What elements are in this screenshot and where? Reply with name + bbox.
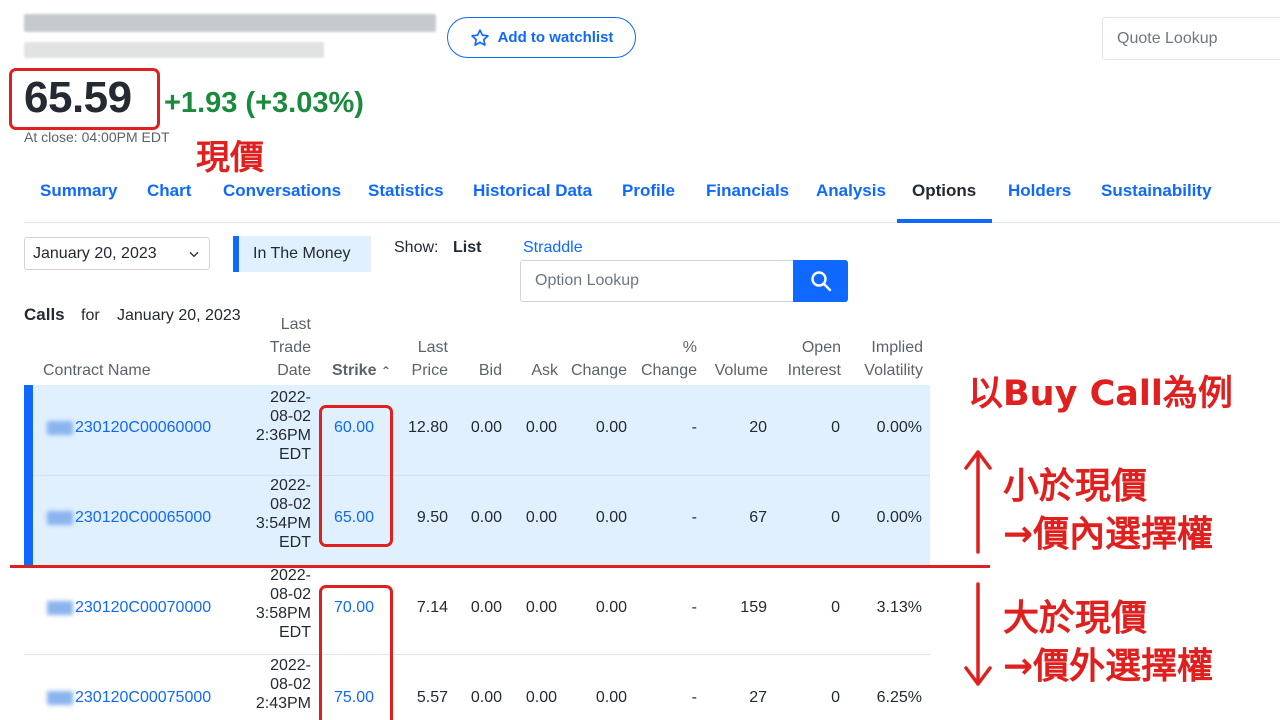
last-price: 12.80: [407, 419, 448, 436]
annotation-otm-option: →價外選擇權: [1003, 646, 1214, 687]
expiry-date-select[interactable]: January 20, 2023: [24, 237, 210, 270]
arrow-up-icon: [964, 450, 992, 554]
tab-sustainability[interactable]: Sustainability: [1101, 181, 1212, 201]
tab-conversations[interactable]: Conversations: [223, 181, 341, 201]
show-label: Show:: [394, 239, 439, 256]
implied-volatility: 0.00%: [876, 419, 922, 436]
watchlist-label: Add to watchlist: [497, 29, 614, 46]
header-contract-name[interactable]: Contract Name: [43, 359, 151, 382]
ask: 0.00: [525, 599, 557, 616]
chevron-down-icon: [189, 251, 199, 257]
header-change[interactable]: Change: [560, 359, 627, 382]
header-open-interest[interactable]: Open Interest: [770, 336, 841, 382]
otm-strike-highlight-box: [319, 585, 393, 720]
tab-historical-data[interactable]: Historical Data: [473, 181, 592, 201]
tab-chart[interactable]: Chart: [147, 181, 191, 201]
pct-change: -: [691, 509, 697, 526]
tab-summary[interactable]: Summary: [40, 181, 117, 201]
tab-holders[interactable]: Holders: [1008, 181, 1071, 201]
in-the-money-toggle[interactable]: In The Money: [233, 236, 371, 272]
search-icon: [810, 271, 831, 292]
close-time: At close: 04:00PM EDT: [24, 129, 170, 145]
annotation-current-price: 現價: [196, 138, 264, 178]
contract-link[interactable]: 230120C00065000: [47, 509, 211, 527]
volume: 159: [740, 599, 767, 616]
change: 0.00: [595, 689, 627, 706]
last-trade-date: 2022- 08-02 3:54PM EDT: [255, 477, 311, 551]
bid: 0.00: [470, 419, 502, 436]
header-volume[interactable]: Volume: [700, 359, 768, 382]
itm-strike-highlight-box: [319, 405, 393, 547]
option-lookup-input[interactable]: [520, 260, 793, 302]
pct-change: -: [691, 419, 697, 436]
change: 0.00: [595, 509, 627, 526]
volume: 27: [749, 689, 767, 706]
open-interest: 0: [831, 419, 840, 436]
price-change: +1.93 (+3.03%): [164, 87, 364, 119]
annotation-below-price: 小於現價: [1003, 466, 1148, 507]
annotation-example: 以Buy Call為例: [968, 374, 1233, 414]
star-icon: [470, 28, 489, 46]
volume: 67: [749, 509, 767, 526]
ticker-name-blurred: [24, 12, 436, 62]
expiry-date-value: January 20, 2023: [33, 244, 157, 262]
ask: 0.00: [525, 689, 557, 706]
calls-for-label: for: [81, 307, 100, 324]
header-bid[interactable]: Bid: [450, 359, 502, 382]
ask: 0.00: [525, 509, 557, 526]
contract-link[interactable]: 230120C00075000: [47, 689, 211, 707]
quote-lookup-input[interactable]: [1102, 17, 1280, 60]
tab-options[interactable]: Options: [912, 181, 976, 201]
contract-link[interactable]: 230120C00070000: [47, 599, 211, 617]
show-list-option[interactable]: List: [453, 239, 481, 257]
last-price: 9.50: [416, 509, 448, 526]
pct-change: -: [691, 599, 697, 616]
calls-title: Calls: [24, 305, 65, 324]
header-last-price[interactable]: Last Price: [380, 336, 448, 382]
header-ask[interactable]: Ask: [508, 359, 558, 382]
arrow-down-icon: [964, 582, 992, 686]
change: 0.00: [595, 599, 627, 616]
tab-statistics[interactable]: Statistics: [368, 181, 444, 201]
pct-change: -: [691, 689, 697, 706]
last-trade-date: 2022- 08-02 2:43PM: [255, 657, 311, 712]
annotation-above-price: 大於現價: [1003, 598, 1148, 639]
in-the-money-indicator: [24, 385, 33, 566]
table-row: [24, 655, 930, 720]
last-price: 5.57: [416, 689, 448, 706]
last-price: 7.14: [416, 599, 448, 616]
header-implied-volatility[interactable]: Implied Volatility: [845, 336, 923, 382]
annotation-itm-option: →價內選擇權: [1003, 514, 1214, 555]
open-interest: 0: [831, 599, 840, 616]
tab-analysis[interactable]: Analysis: [816, 181, 886, 201]
current-price-divider: [10, 565, 990, 568]
implied-volatility: 6.25%: [876, 689, 922, 706]
implied-volatility: 3.13%: [876, 599, 922, 616]
volume: 20: [749, 419, 767, 436]
show-straddle-option[interactable]: Straddle: [523, 239, 583, 257]
last-trade-date: 2022- 08-02 2:36PM EDT: [255, 389, 311, 463]
implied-volatility: 0.00%: [876, 509, 922, 526]
calls-date: January 20, 2023: [117, 307, 241, 324]
bid: 0.00: [470, 599, 502, 616]
active-tab-indicator: [897, 219, 992, 223]
bid: 0.00: [470, 509, 502, 526]
header-last-trade-date[interactable]: Last Trade Date: [241, 313, 311, 382]
contract-link[interactable]: 230120C00060000: [47, 419, 211, 437]
change: 0.00: [595, 419, 627, 436]
tab-financials[interactable]: Financials: [706, 181, 789, 201]
last-trade-date: 2022- 08-02 3:58PM EDT: [255, 567, 311, 641]
tab-profile[interactable]: Profile: [622, 181, 675, 201]
ask: 0.00: [525, 419, 557, 436]
add-to-watchlist-button[interactable]: Add to watchlist: [447, 17, 636, 58]
bid: 0.00: [470, 689, 502, 706]
open-interest: 0: [831, 509, 840, 526]
price-highlight-box: [9, 68, 160, 130]
option-search-button[interactable]: [793, 260, 848, 302]
open-interest: 0: [831, 689, 840, 706]
header-pct-change[interactable]: % Change: [630, 336, 697, 382]
